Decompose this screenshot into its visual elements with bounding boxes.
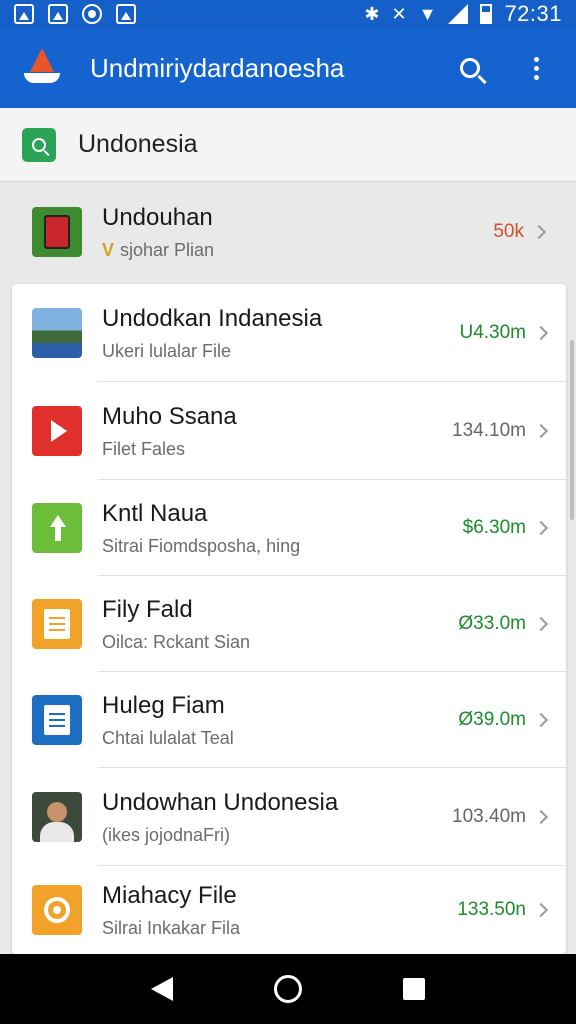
app-bar: Undmiriydardanoesha: [0, 28, 576, 108]
image-icon: [116, 4, 136, 24]
document-icon: [32, 599, 82, 649]
list-item[interactable]: Undowhan Undonesia (ikes jojodnaFri) 103…: [12, 768, 566, 866]
item-value: 134.10m: [452, 420, 526, 441]
bluetooth-icon: ✱: [364, 4, 380, 24]
person-photo-icon: [32, 792, 82, 842]
item-value: 50k: [493, 221, 524, 242]
landscape-photo-icon: [32, 308, 82, 358]
subtitle-prefix: V: [102, 239, 115, 260]
more-vert-icon: [533, 56, 539, 80]
item-value: 133.50n: [457, 899, 526, 920]
item-value: $6.30m: [462, 517, 526, 538]
upload-arrow-icon: [32, 503, 82, 553]
chevron-right-icon: [533, 423, 549, 439]
item-subtitle: Filet Fales: [102, 438, 186, 459]
wifi-icon: ▼: [418, 4, 437, 24]
subtitle-text: sjohar Plian: [120, 239, 215, 260]
status-time: 72:31: [504, 1, 562, 26]
item-title: Fily Fald: [102, 595, 193, 623]
list-item[interactable]: Fily Fald Oilca: Rckant Sian Ø33.0m: [12, 576, 566, 672]
chevron-right-icon: [533, 325, 549, 341]
list-item[interactable]: Muho Ssana Filet Fales 134.10m: [12, 382, 566, 480]
item-title: Kntl Naua: [102, 499, 208, 527]
chevron-right-icon: [533, 712, 549, 728]
list-item[interactable]: Undodkan Indanesia Ukeri lulalar File U4…: [12, 284, 566, 382]
item-title: Huleg Fiam: [102, 691, 225, 719]
list-item[interactable]: Huleg Fiam Chtai lulalat Teal Ø39.0m: [12, 672, 566, 768]
back-icon[interactable]: [150, 977, 173, 1001]
search-field[interactable]: Undonesia: [0, 108, 576, 182]
spreadsheet-icon: [32, 695, 82, 745]
navigation-bar: [0, 954, 576, 1024]
item-title: Undowhan Undonesia: [102, 788, 339, 816]
item-value: 103.40m: [452, 806, 526, 827]
item-subtitle: Silrai Inkakar Fila: [102, 917, 241, 938]
item-subtitle: Sitrai Fiomdsposha, hing: [102, 535, 301, 556]
chevron-right-icon: [533, 616, 549, 632]
ring-icon: [32, 885, 82, 935]
search-input[interactable]: Undonesia: [78, 130, 198, 159]
sailboat-icon: [20, 46, 64, 90]
mute-icon: ✕: [391, 4, 407, 24]
chevron-right-icon: [533, 520, 549, 536]
list-item[interactable]: Kntl Naua Sitrai Fiomdsposha, hing $6.30…: [12, 480, 566, 576]
circle-icon: [82, 4, 102, 24]
search-badge-icon: [22, 127, 56, 162]
chevron-right-icon: [533, 809, 549, 825]
item-title: Muho Ssana: [102, 402, 237, 430]
signal-icon: [448, 4, 469, 24]
item-title: Miahacy File: [102, 881, 237, 909]
list-item[interactable]: Miahacy File Silrai Inkakar Fila 133.50n: [12, 866, 566, 954]
image-icon: [48, 4, 68, 24]
item-subtitle: (ikes jojodnaFri): [102, 824, 231, 845]
recents-icon[interactable]: [403, 978, 426, 1000]
item-subtitle: Chtai lulalat Teal: [102, 727, 234, 748]
chevron-right-icon: [533, 902, 549, 918]
scrollbar[interactable]: [570, 340, 574, 520]
app-title: Undmiriydardanoesha: [90, 52, 345, 83]
battery-icon: [480, 4, 493, 24]
item-subtitle: Oilca: Rckant Sian: [102, 631, 251, 652]
more-options-button[interactable]: [516, 48, 556, 88]
item-title: Undouhan: [102, 203, 213, 231]
home-icon[interactable]: [273, 975, 302, 1003]
chevron-right-icon: [531, 224, 547, 240]
item-subtitle: Vsjohar Plian: [102, 240, 493, 261]
search-icon: [460, 58, 480, 78]
status-bar: ✱ ✕ ▼ 72:31: [0, 0, 576, 28]
item-value: Ø33.0m: [458, 613, 526, 634]
item-value: U4.30m: [459, 322, 526, 343]
item-title: Undodkan Indanesia: [102, 304, 323, 332]
item-value: Ø39.0m: [458, 709, 526, 730]
item-subtitle: Ukeri lulalar File: [102, 340, 232, 361]
red-book-icon: [32, 207, 82, 257]
search-button[interactable]: [450, 48, 490, 88]
featured-item[interactable]: Undouhan Vsjohar Plian 50k: [0, 184, 576, 280]
photo-icon: [14, 4, 34, 24]
play-icon: [32, 406, 82, 456]
